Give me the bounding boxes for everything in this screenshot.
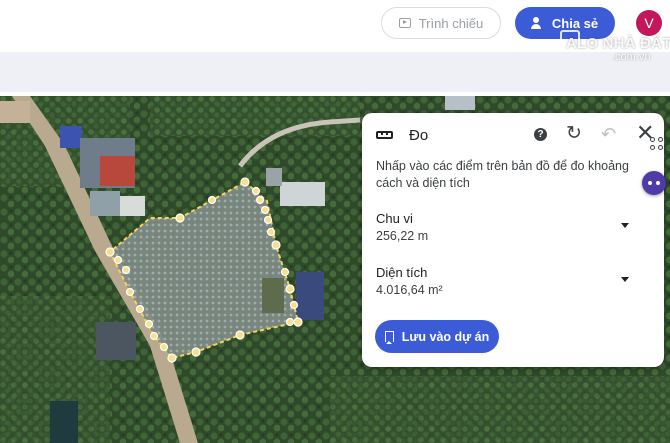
perimeter-label: Chu vi bbox=[376, 211, 413, 226]
measure-panel: Đo ? ↻ ↶ ✕ Nhấp vào các điểm trên bản đồ… bbox=[362, 113, 664, 367]
present-button[interactable]: Trình chiếu bbox=[381, 7, 501, 39]
save-label: Lưu vào dự án bbox=[401, 329, 490, 344]
assistant-icon[interactable] bbox=[642, 171, 666, 195]
ruler-icon bbox=[376, 131, 393, 139]
measure-title: Đo bbox=[409, 126, 429, 144]
area-label: Diện tích bbox=[376, 265, 428, 280]
area-dropdown-icon[interactable] bbox=[621, 277, 629, 282]
present-icon bbox=[398, 18, 411, 28]
measure-panel-header: Đo ? ↻ ↶ ✕ bbox=[376, 122, 656, 147]
refresh-icon[interactable]: ↻ bbox=[566, 124, 582, 144]
top-bar: Trình chiếu Chia sẻ V bbox=[0, 0, 670, 52]
perimeter-dropdown-icon[interactable] bbox=[621, 223, 629, 228]
area-value: 4.016,64 m² bbox=[376, 283, 443, 297]
bookmark-icon bbox=[384, 331, 394, 344]
perimeter-value: 256,22 m bbox=[376, 229, 429, 243]
save-to-project-button[interactable]: Lưu vào dự án bbox=[375, 320, 499, 353]
help-icon[interactable]: ? bbox=[534, 128, 547, 141]
present-label: Trình chiếu bbox=[418, 15, 484, 31]
share-button[interactable]: Chia sẻ bbox=[515, 7, 615, 39]
apps-grid-icon[interactable] bbox=[650, 137, 666, 153]
toolbar-strip bbox=[0, 52, 670, 92]
measure-description: Nhấp vào các điểm trên bản đồ để đo khoả… bbox=[376, 159, 629, 190]
people-icon bbox=[530, 17, 546, 29]
share-label: Chia sẻ bbox=[551, 15, 599, 31]
undo-icon[interactable]: ↶ bbox=[601, 124, 616, 144]
avatar[interactable]: V bbox=[636, 10, 662, 36]
